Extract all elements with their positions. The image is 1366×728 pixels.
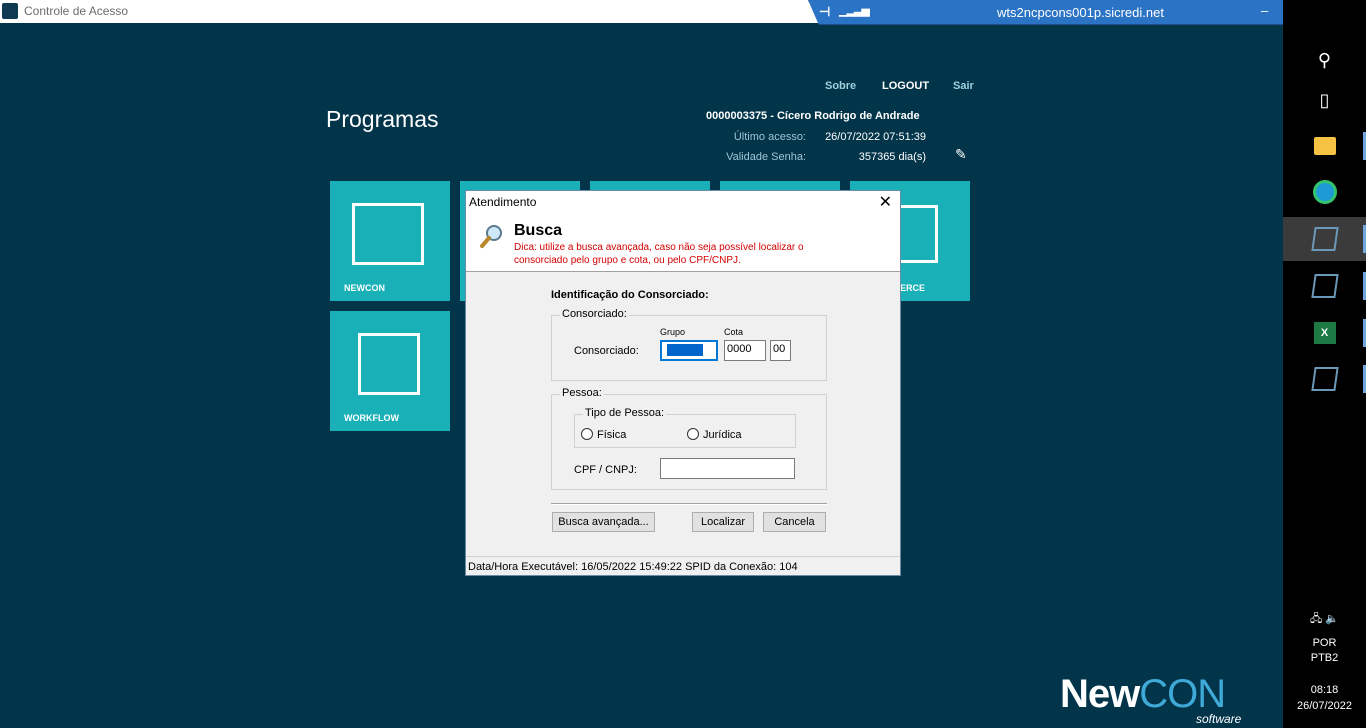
dialog-close-button[interactable]: ✕ [879,192,892,212]
brand-con: CON [1139,672,1226,716]
password-validity-value: 357365 dia(s) [858,151,926,163]
taskbar: ⚲ ▯ X 🖧 🔈 POR PTB2 08:18 26/07/2022 [1283,0,1366,728]
divider [551,503,827,505]
tile-workflow[interactable]: WORKFLOW [330,311,450,431]
file-explorer-icon[interactable] [1283,124,1366,168]
dialog-titlebar: Atendimento ✕ [466,191,900,213]
group-legend: Consorciado: [560,308,629,320]
language-code: POR [1312,637,1337,649]
workflow-logo-icon [358,333,420,395]
busca-avancada-button[interactable]: Busca avançada... [552,512,655,532]
clock-date: 26/07/2022 [1296,700,1353,712]
digito-input[interactable]: 00 [770,340,791,361]
busca-heading: Busca [514,222,563,239]
app-logo-icon [2,3,18,19]
network-icon[interactable]: 🖧 [1310,613,1322,625]
magnifier-icon [480,225,502,248]
status-bar: Data/Hora Executável: 16/05/2022 15:49:2… [466,556,900,575]
cota-label: Cota [724,327,744,337]
tile-label: WORKFLOW [344,413,399,423]
clock-time: 08:18 [1310,684,1339,696]
excel-icon[interactable]: X [1283,311,1366,355]
group-legend: Pessoa: [560,387,604,399]
nav-sair-link[interactable]: Sair [953,80,974,92]
brand-new: New [1060,672,1140,716]
pencil-icon[interactable]: ✎ [955,146,967,163]
consorciado-group: Consorciado: Grupo Cota Consorciado: 000… [551,308,827,381]
search-icon[interactable]: ⚲ [1283,38,1366,82]
edge-browser-icon[interactable] [1283,170,1366,214]
user-name: 0000003375 - Cícero Rodrigo de Andrade [706,110,920,122]
task-view-icon[interactable]: ▯ [1283,78,1366,122]
last-access-label: Último acesso: [733,131,806,143]
page-title: Programas [326,106,439,132]
newcon-brand-logo: NewCON [1060,672,1226,717]
newcon-taskbar-icon-2[interactable] [1283,264,1366,308]
tile-newcon[interactable]: NEWCON [330,181,450,301]
rdp-minimize-button[interactable]: – [1261,3,1268,18]
localizar-button[interactable]: Localizar [692,512,754,532]
rdp-connection-bar: ⊣ ▁▂▃▅ wts2ncpcons001p.sicredi.net – ❐ ✕ [808,0,1353,25]
identification-title: Identificação do Consorciado: [551,289,709,301]
consorciado-label: Consorciado: [574,345,639,357]
newcon-taskbar-icon-3[interactable] [1283,357,1366,401]
system-tray: 🖧 🔈 POR PTB2 08:18 26/07/2022 [1283,610,1366,714]
grupo-input[interactable] [660,340,718,361]
password-validity-label: Validade Senha: [726,151,806,163]
nav-logout-link[interactable]: LOGOUT [882,80,929,92]
cpf-cnpj-input[interactable] [660,458,795,479]
window-title: Controle de Acesso [24,4,129,18]
tile-label: NEWCON [344,283,385,293]
juridica-label[interactable]: Jurídica [703,429,742,441]
newcon-taskbar-icon[interactable] [1283,217,1366,261]
brand-subtitle: software [1196,712,1242,726]
cpf-cnpj-label: CPF / CNPJ: [574,464,637,476]
dialog-header: Busca Dica: utilize a busca avançada, ca… [466,213,900,272]
cancela-button[interactable]: Cancela [763,512,826,532]
atendimento-dialog: Atendimento ✕ Busca Dica: utilize a busc… [465,190,901,576]
volume-icon[interactable]: 🔈 [1325,613,1339,625]
fisica-label[interactable]: Física [597,429,626,441]
rdp-host-name: wts2ncpcons001p.sicredi.net [997,5,1164,20]
grupo-label: Grupo [660,327,686,337]
newcon-logo-icon [352,203,424,265]
dialog-title: Atendimento [469,195,537,209]
busca-hint: Dica: utilize a busca avançada, caso não… [514,242,804,266]
language-indicator[interactable]: POR PTB2 [1283,636,1366,666]
clock[interactable]: 08:18 26/07/2022 [1283,682,1366,714]
keyboard-layout: PTB2 [1310,652,1339,664]
tile-label: ERCE [900,283,926,293]
fisica-radio[interactable] [581,428,593,440]
cota-input[interactable]: 0000 [724,340,766,361]
tipo-pessoa-group: Tipo de Pessoa: Física Jurídica [574,407,796,448]
group-legend: Tipo de Pessoa: [583,407,667,419]
last-access-value: 26/07/2022 07:51:39 [825,131,926,143]
pessoa-group: Pessoa: Tipo de Pessoa: Física Jurídica … [551,387,827,490]
nav-sobre-link[interactable]: Sobre [825,80,856,92]
juridica-radio[interactable] [687,428,699,440]
